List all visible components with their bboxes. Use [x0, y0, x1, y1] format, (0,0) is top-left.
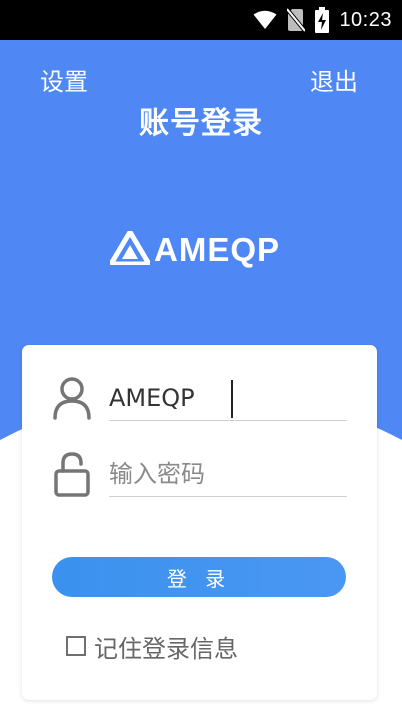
- no-sim-icon: [287, 8, 306, 32]
- text-caret: [231, 380, 233, 418]
- status-icons: 10:23: [253, 6, 392, 34]
- user-icon: [52, 375, 92, 421]
- exit-button[interactable]: 退出: [310, 66, 358, 98]
- unlock-icon: [52, 451, 92, 497]
- remember-checkbox[interactable]: [66, 636, 86, 656]
- login-card: 登 录 记住登录信息: [22, 345, 377, 700]
- remember-login-option[interactable]: 记住登录信息: [66, 631, 238, 663]
- logo-text: AMEQP: [154, 231, 281, 268]
- status-time: 10:23: [339, 8, 392, 31]
- password-input[interactable]: [109, 453, 347, 497]
- logo: AMEQP: [108, 229, 281, 270]
- wifi-icon: [253, 10, 277, 30]
- password-row: [52, 443, 347, 503]
- username-row: [52, 367, 347, 427]
- status-bar: 10:23: [0, 0, 402, 40]
- login-button[interactable]: 登 录: [52, 557, 346, 597]
- remember-label: 记住登录信息: [94, 634, 238, 663]
- username-input[interactable]: [109, 377, 347, 421]
- page-title: 账号登录: [139, 106, 263, 141]
- battery-charging-icon: [315, 7, 330, 33]
- settings-button[interactable]: 设置: [40, 66, 88, 98]
- logo-mark-icon: [108, 229, 152, 269]
